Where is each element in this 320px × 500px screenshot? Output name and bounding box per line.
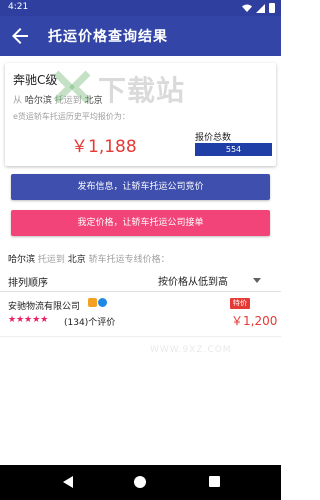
company-price: ￥1,200	[231, 314, 278, 328]
page-title: 托运价格查询结果	[48, 29, 168, 45]
rating-stars: ★★★★★	[8, 315, 49, 325]
navigation-bar	[0, 465, 281, 500]
status-time: 4:21	[8, 2, 29, 12]
quote-count-label: 报价总数	[195, 133, 232, 143]
review-count: (134)个评价	[64, 318, 116, 328]
route-line: 从 哈尔滨 托运到 北京	[13, 93, 103, 106]
results-origin: 哈尔滨	[8, 255, 36, 265]
results-route-title: 哈尔滨 托运到 北京 轿车托运专线价格：	[8, 252, 170, 265]
status-bar: 4:21	[0, 0, 281, 16]
car-model: 奔驰C级	[13, 73, 58, 87]
sort-label: 排列顺序	[8, 278, 48, 289]
battery-icon	[269, 3, 275, 13]
destination-city: 北京	[84, 96, 103, 106]
dropdown-arrow-icon	[253, 278, 261, 283]
nav-recents-icon[interactable]	[209, 476, 220, 487]
results-destination: 北京	[67, 255, 86, 265]
nav-home-icon[interactable]	[134, 476, 146, 488]
sort-value: 按价格从低到高	[158, 277, 228, 288]
quote-count: 554	[195, 143, 272, 156]
back-arrow-icon[interactable]	[8, 24, 32, 48]
origin-city: 哈尔滨	[24, 96, 52, 106]
price-summary-card: 奔驰C级 从 哈尔滨 托运到 北京 e货运轿车托运历史平均报价为： ￥1,188…	[5, 63, 276, 166]
special-offer-badge: 特价	[230, 298, 250, 309]
verified-badge-icon	[98, 298, 107, 307]
sort-dropdown[interactable]: 按价格从低到高	[158, 273, 268, 289]
ship-word: 托运到	[54, 96, 82, 106]
from-word: 从	[13, 96, 23, 106]
certified-badge-icon	[88, 298, 97, 307]
company-list-item[interactable]: 安驰物流有限公司 ★★★★★ (134)个评价 特价 ￥1,200	[0, 294, 281, 334]
wifi-icon	[242, 4, 252, 12]
results-ship-word: 托运到	[37, 255, 65, 265]
divider	[0, 336, 281, 337]
app-bar: 托运价格查询结果	[0, 16, 281, 56]
company-name: 安驰物流有限公司	[8, 302, 81, 312]
system-icons	[242, 3, 275, 13]
publish-info-button[interactable]: 发布信息，让轿车托运公司竞价	[11, 174, 270, 200]
watermark-url: WWW.9XZ.COM	[150, 345, 232, 355]
company-badges	[88, 298, 107, 307]
divider	[0, 291, 281, 292]
fixed-price-button[interactable]: 我定价格，让轿车托运公司接单	[11, 210, 270, 236]
results-suffix: 轿车托运专线价格：	[88, 255, 170, 265]
nav-back-icon[interactable]	[63, 476, 73, 488]
signal-icon	[256, 3, 265, 13]
average-price-label: e货运轿车托运历史平均报价为：	[13, 112, 130, 121]
average-price: ￥1,188	[71, 137, 137, 157]
